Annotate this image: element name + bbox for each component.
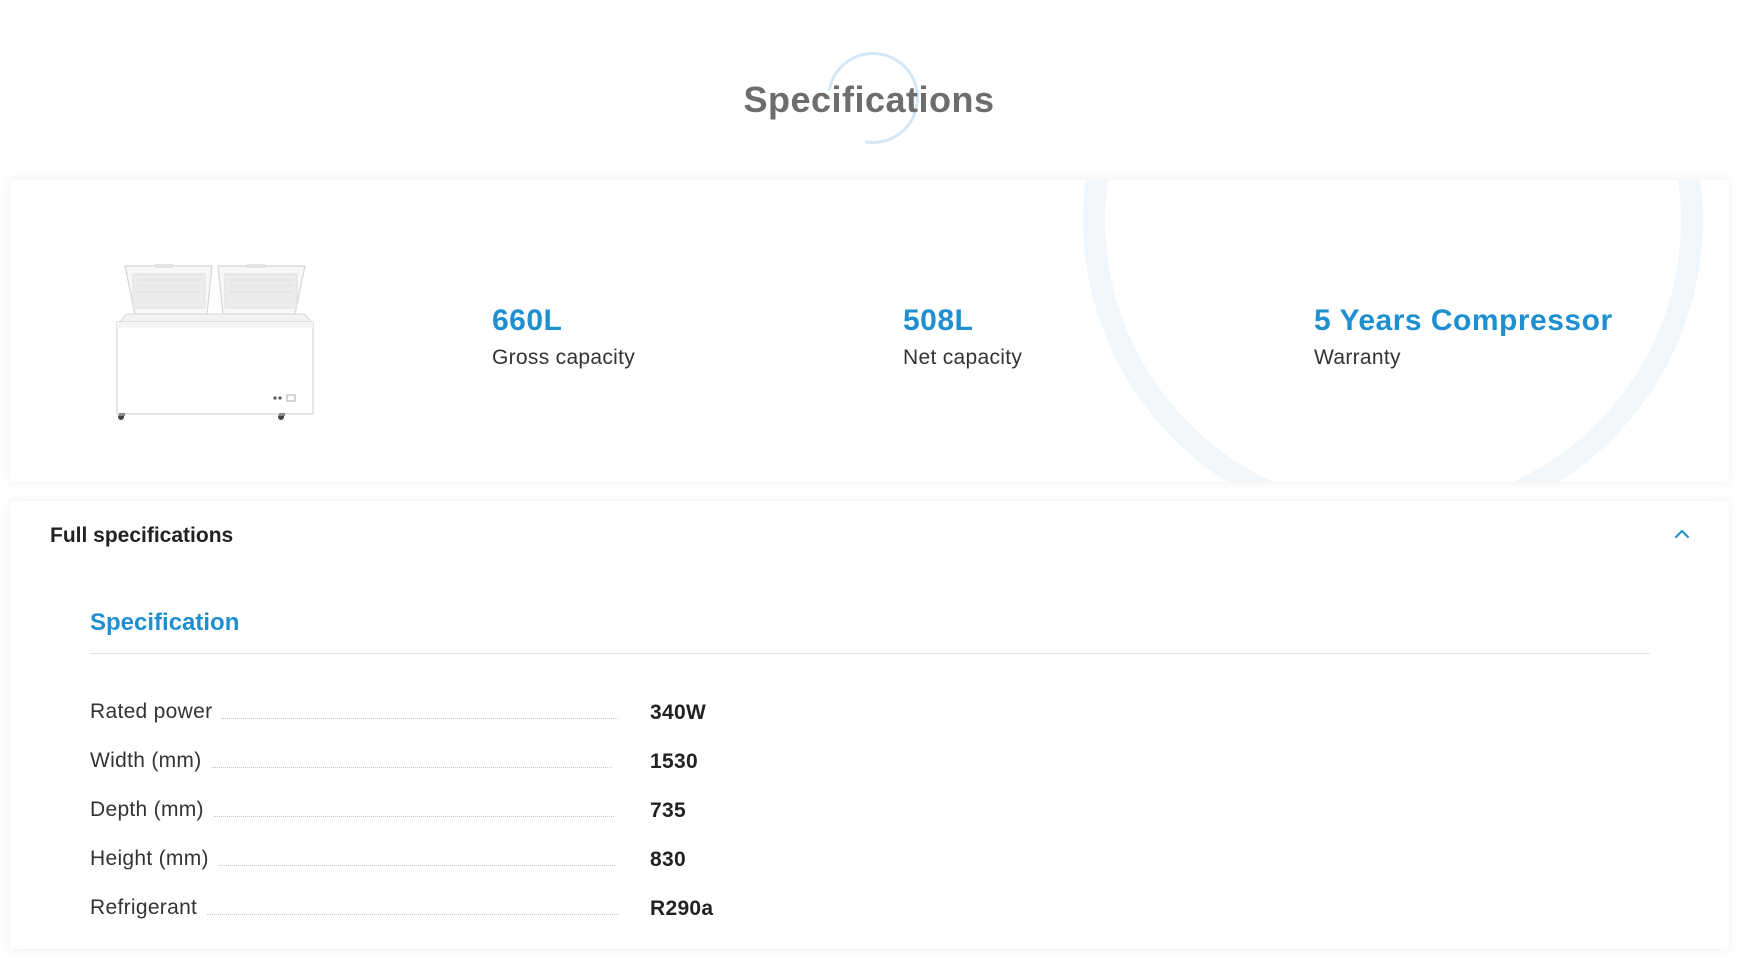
stat-label: Net capacity: [903, 346, 1023, 369]
stat-value: 5 Years Compressor: [1314, 304, 1613, 337]
spec-row-depth: Depth (mm) 735: [90, 785, 890, 834]
spec-row-width: Width (mm) 1530: [90, 736, 890, 785]
dotted-leader: [207, 914, 620, 915]
specifications-page: Specifications 660L Gross capacity 508L …: [0, 0, 1738, 971]
full-specifications-toggle[interactable]: Full specifications: [10, 501, 1729, 571]
chevron-up-icon[interactable]: [1673, 525, 1691, 543]
spec-row-rated-power: Rated power 340W: [90, 687, 890, 736]
dotted-leader: [213, 816, 614, 817]
spec-table: Rated power 340W Width (mm) 1530 Depth (…: [90, 687, 890, 932]
stat-gross-capacity: 660L Gross capacity: [492, 304, 635, 370]
spec-value: R290a: [650, 897, 714, 920]
spec-value: 830: [650, 848, 686, 871]
full-specifications-panel: Full specifications Specification Rated …: [10, 501, 1729, 949]
chest-freezer-image: [116, 264, 314, 420]
dotted-leader: [222, 718, 619, 719]
dotted-leader: [211, 767, 612, 768]
dotted-leader: [218, 865, 615, 866]
spec-label: Rated power: [90, 699, 213, 723]
stat-warranty: 5 Years Compressor Warranty: [1314, 304, 1613, 370]
spec-value: 735: [650, 799, 686, 822]
stat-value: 660L: [492, 304, 563, 337]
stat-value: 508L: [903, 304, 974, 337]
spec-value: 340W: [650, 701, 707, 724]
spec-label: Refrigerant: [90, 895, 198, 919]
full-specifications-title: Full specifications: [50, 524, 234, 547]
spec-row-refrigerant: Refrigerant R290a: [90, 883, 890, 932]
stat-label: Warranty: [1314, 346, 1401, 369]
divider: [90, 653, 1650, 654]
stat-net-capacity: 508L Net capacity: [903, 304, 1022, 370]
spec-row-height: Height (mm) 830: [90, 834, 890, 883]
highlights-card: 660L Gross capacity 508L Net capacity 5 …: [10, 180, 1729, 482]
spec-group-title: Specification: [90, 609, 240, 636]
spec-label: Depth (mm): [90, 797, 204, 821]
section-title: Specifications: [743, 79, 995, 120]
spec-label: Height (mm): [90, 846, 209, 870]
stat-label: Gross capacity: [492, 346, 636, 369]
spec-value: 1530: [650, 750, 698, 773]
spec-label: Width (mm): [90, 748, 202, 772]
